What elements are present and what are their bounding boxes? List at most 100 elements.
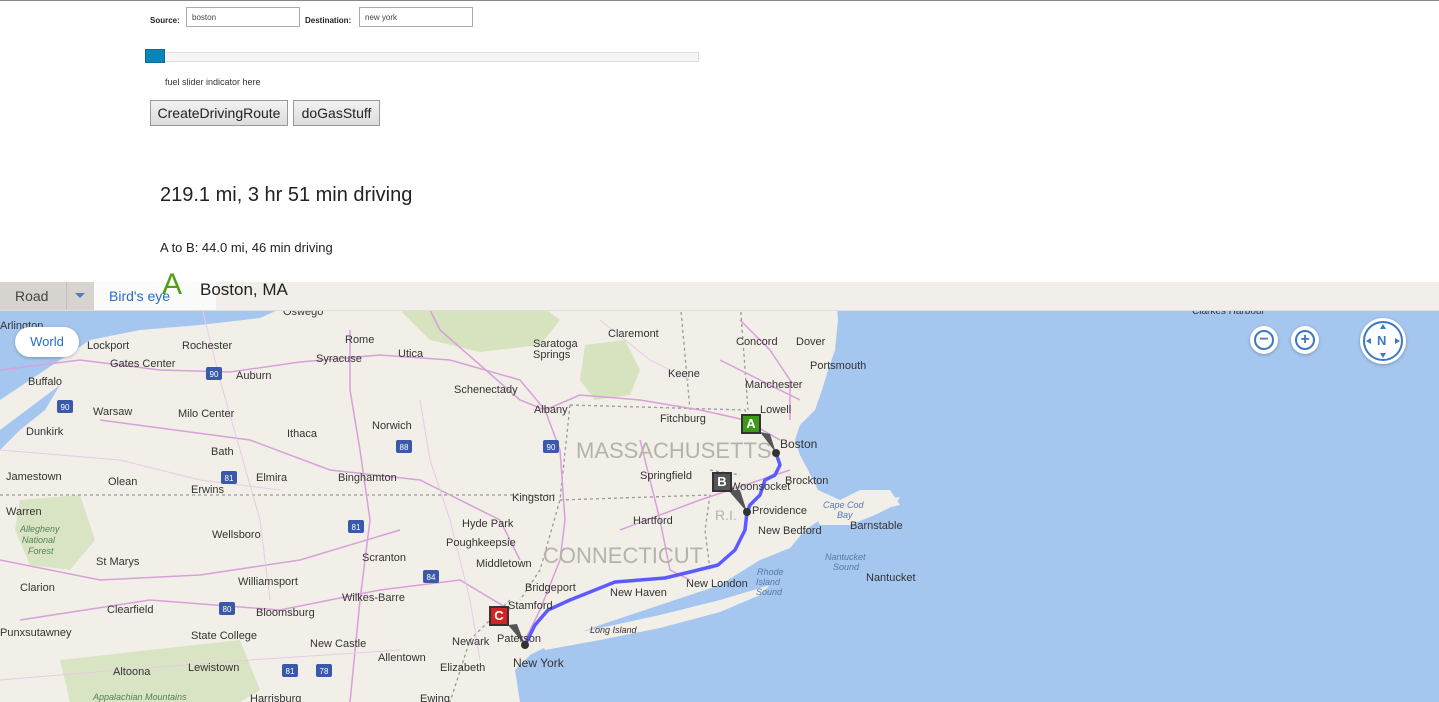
svg-text:Nantucket: Nantucket [866, 572, 916, 584]
svg-text:81: 81 [286, 667, 295, 676]
fuel-slider-handle[interactable] [145, 49, 165, 63]
svg-text:Gates Center: Gates Center [110, 358, 176, 370]
svg-text:Binghamton: Binghamton [338, 472, 397, 484]
route-summary: 219.1 mi, 3 hr 51 min driving [160, 184, 413, 206]
svg-text:Bay: Bay [837, 510, 853, 520]
svg-text:Nantucket: Nantucket [825, 552, 866, 562]
svg-text:84: 84 [427, 573, 436, 582]
svg-text:Harrisburg: Harrisburg [250, 693, 301, 702]
svg-text:Buffalo: Buffalo [28, 376, 62, 388]
road-map-style-button[interactable]: Road [0, 282, 66, 310]
zoom-in-button[interactable]: + [1291, 326, 1319, 354]
svg-text:New Bedford: New Bedford [758, 525, 822, 537]
svg-text:Rhode: Rhode [757, 567, 784, 577]
svg-text:Bloomsburg: Bloomsburg [256, 607, 315, 619]
svg-text:New Haven: New Haven [610, 587, 667, 599]
map-style-dropdown[interactable] [66, 282, 94, 310]
svg-text:80: 80 [223, 605, 232, 614]
svg-text:Stamford: Stamford [508, 600, 553, 612]
svg-text:Norwich: Norwich [372, 420, 412, 432]
svg-text:Poughkeepsie: Poughkeepsie [446, 537, 516, 549]
fuel-slider-note: fuel slider indicator here [165, 77, 261, 87]
svg-text:Elmira: Elmira [256, 472, 288, 484]
do-gas-stuff-button[interactable]: doGasStuff [293, 100, 380, 126]
svg-text:St Marys: St Marys [96, 556, 140, 568]
start-address: Boston, MA [200, 280, 288, 299]
start-marker-letter: A [162, 268, 183, 301]
svg-text:Woonsocket: Woonsocket [730, 481, 790, 493]
svg-text:90: 90 [547, 443, 556, 452]
destination-label: Destination: [305, 16, 352, 25]
svg-text:Barnstable: Barnstable [850, 520, 903, 532]
svg-text:Wilkes-Barre: Wilkes-Barre [342, 592, 405, 604]
svg-text:Wellsboro: Wellsboro [212, 529, 261, 541]
compass-button[interactable]: N [1360, 318, 1406, 364]
svg-text:Albany: Albany [534, 404, 568, 416]
svg-text:New Castle: New Castle [310, 638, 366, 650]
svg-text:Altoona: Altoona [113, 666, 151, 678]
svg-text:Punxsutawney: Punxsutawney [0, 627, 72, 639]
create-driving-route-button[interactable]: CreateDrivingRoute [150, 100, 288, 126]
svg-text:Manchester: Manchester [745, 379, 803, 391]
top-border [0, 0, 1439, 1]
svg-text:Dunkirk: Dunkirk [26, 426, 64, 438]
svg-text:Keene: Keene [668, 368, 700, 380]
svg-text:Syracuse: Syracuse [316, 353, 362, 365]
svg-text:Lockport: Lockport [87, 340, 129, 352]
leg-summary: A to B: 44.0 mi, 46 min driving [160, 240, 333, 255]
pin-b[interactable]: B [712, 472, 732, 492]
svg-text:Middletown: Middletown [476, 558, 532, 570]
svg-text:81: 81 [225, 474, 234, 483]
svg-text:MASSACHUSETTS: MASSACHUSETTS [576, 438, 772, 463]
birds-eye-button[interactable]: Bird's eye [94, 282, 216, 310]
chevron-down-icon [75, 293, 85, 298]
zoom-out-button[interactable]: − [1250, 326, 1278, 354]
pin-a[interactable]: A [741, 414, 761, 434]
world-button[interactable]: World [15, 327, 79, 357]
svg-text:Scranton: Scranton [362, 552, 406, 564]
svg-text:Springfield: Springfield [640, 470, 692, 482]
svg-text:Clearfield: Clearfield [107, 604, 153, 616]
fuel-slider[interactable] [145, 52, 699, 62]
svg-text:Portsmouth: Portsmouth [810, 360, 866, 372]
svg-text:90: 90 [61, 403, 70, 412]
svg-text:Newark: Newark [452, 636, 490, 648]
svg-text:Springs: Springs [533, 349, 571, 361]
map-canvas[interactable]: MASSACHUSETTS CONNECTICUT R.I. Oswego Cl… [0, 282, 1439, 702]
svg-text:Cape Cod: Cape Cod [823, 500, 865, 510]
svg-text:Clarion: Clarion [20, 582, 55, 594]
destination-input[interactable] [359, 7, 473, 27]
svg-text:Ewing: Ewing [420, 693, 450, 702]
svg-text:Warsaw: Warsaw [93, 406, 132, 418]
svg-text:78: 78 [320, 667, 329, 676]
svg-text:National: National [22, 535, 56, 545]
svg-text:Sound: Sound [833, 562, 860, 572]
svg-text:CONNECTICUT: CONNECTICUT [543, 543, 703, 568]
source-input[interactable] [186, 7, 300, 27]
zoom-in-icon: + [1295, 330, 1315, 350]
svg-text:State College: State College [191, 630, 257, 642]
svg-text:Williamsport: Williamsport [238, 576, 298, 588]
svg-text:Hartford: Hartford [633, 515, 673, 527]
svg-text:Forest: Forest [28, 546, 54, 556]
svg-text:Paterson: Paterson [497, 633, 541, 645]
svg-text:Warren: Warren [6, 506, 42, 518]
svg-text:Rochester: Rochester [182, 340, 232, 352]
svg-text:Boston: Boston [780, 437, 817, 451]
svg-text:Milo Center: Milo Center [178, 408, 235, 420]
svg-text:Dover: Dover [796, 336, 826, 348]
pin-c[interactable]: C [489, 606, 509, 626]
svg-text:Kingston: Kingston [512, 492, 555, 504]
zoom-out-icon: − [1254, 330, 1274, 350]
svg-text:Sound: Sound [756, 587, 783, 597]
source-label: Source: [150, 16, 180, 25]
svg-text:Bridgeport: Bridgeport [525, 582, 576, 594]
svg-text:88: 88 [400, 443, 409, 452]
compass-label: N [1377, 333, 1387, 348]
svg-text:Brockton: Brockton [785, 475, 828, 487]
svg-text:Appalachian Mountains: Appalachian Mountains [92, 692, 187, 702]
svg-text:Rome: Rome [345, 334, 374, 346]
svg-text:Hyde Park: Hyde Park [462, 518, 514, 530]
svg-text:Utica: Utica [398, 348, 424, 360]
svg-text:Olean: Olean [108, 476, 137, 488]
